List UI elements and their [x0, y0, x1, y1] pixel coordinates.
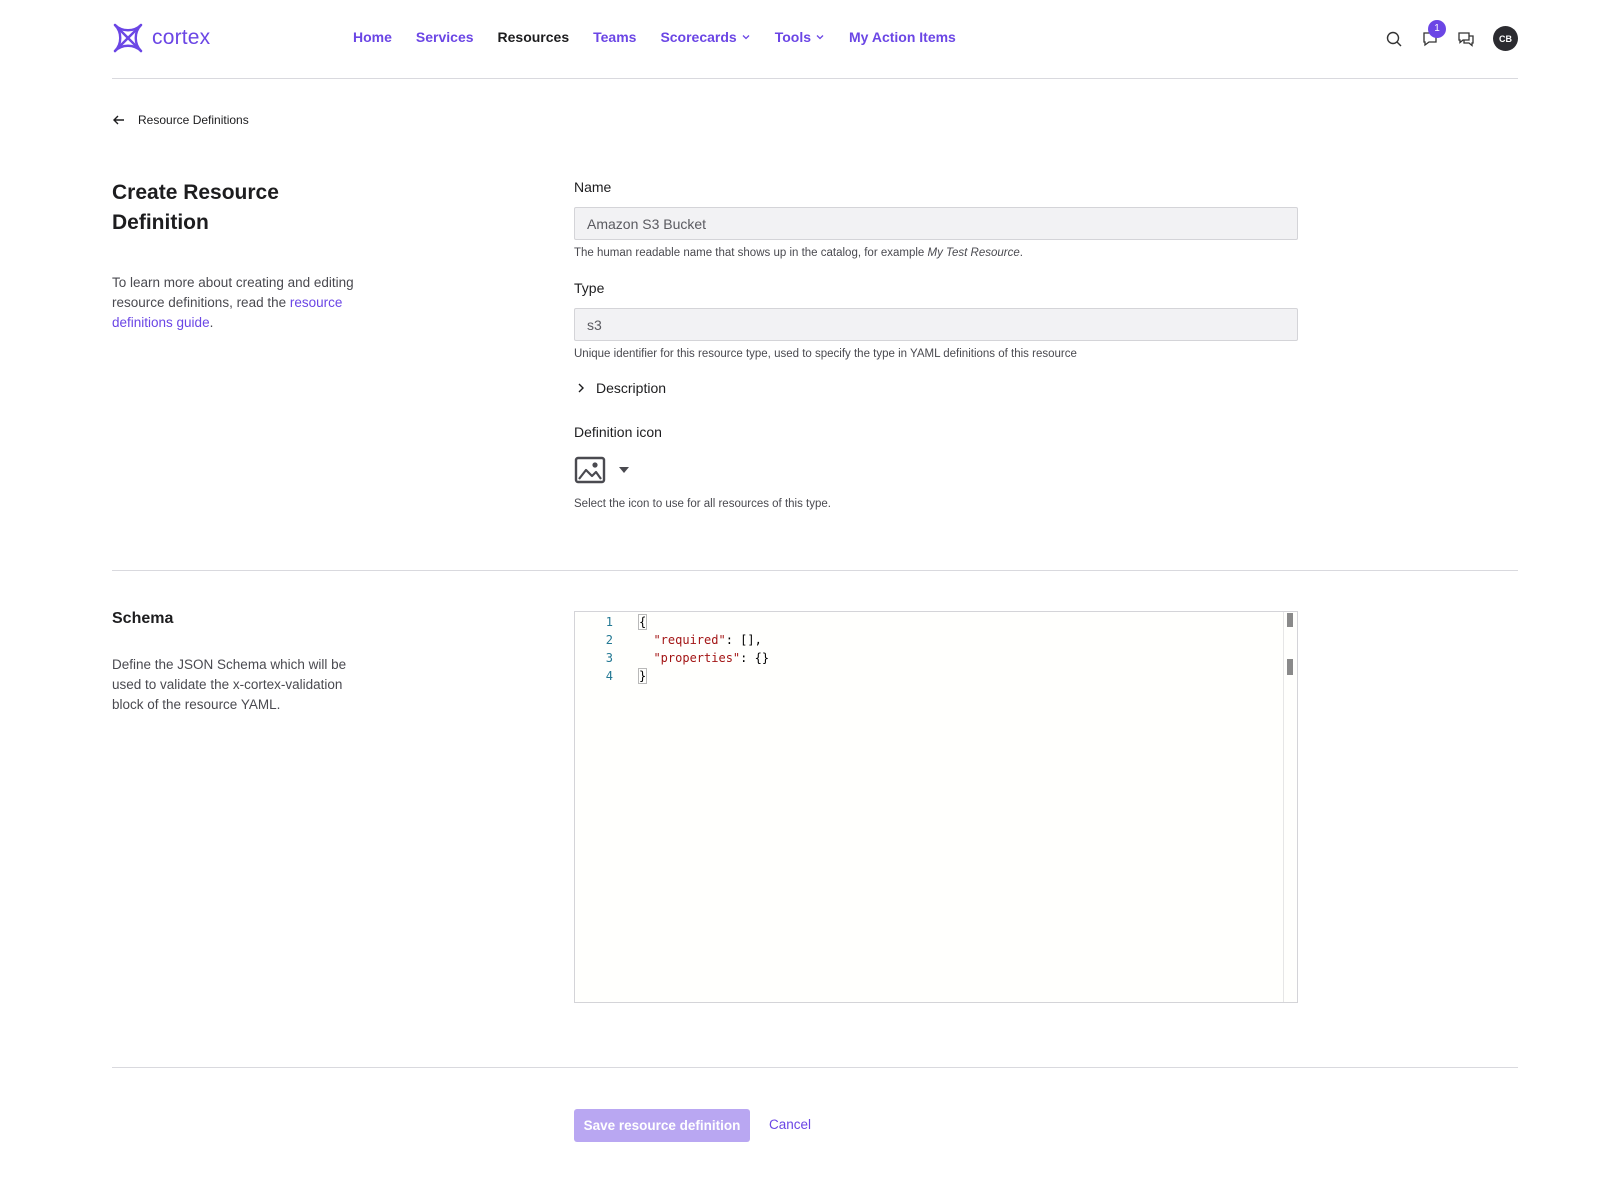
name-input[interactable]: Amazon S3 Bucket	[574, 207, 1298, 240]
chevron-down-icon	[816, 35, 824, 40]
nav-teams[interactable]: Teams	[593, 29, 636, 45]
intro-text: To learn more about creating and editing…	[112, 273, 362, 333]
description-label: Description	[596, 380, 667, 396]
json-value: : [],	[725, 633, 762, 647]
icon-picker[interactable]	[574, 455, 630, 485]
line-number-gutter: 1 2 3 4	[575, 612, 635, 1002]
json-key: "required"	[653, 633, 726, 647]
nav-services[interactable]: Services	[416, 29, 474, 45]
code-line: }	[637, 668, 648, 684]
cortex-logo[interactable]: cortex	[112, 22, 210, 54]
nav-resources[interactable]: Resources	[498, 29, 570, 45]
messages-icon[interactable]	[1457, 30, 1475, 48]
nav-home[interactable]: Home	[353, 29, 392, 45]
name-help-prefix: The human readable name that shows up in…	[574, 247, 928, 259]
top-navigation: cortex Home Services Resources Teams Sco…	[112, 0, 1518, 79]
search-icon[interactable]	[1385, 30, 1403, 48]
type-label: Type	[574, 280, 605, 296]
page-title: Create Resource Definition	[112, 181, 279, 234]
scroll-marker	[1287, 659, 1293, 675]
nav-scorecards[interactable]: Scorecards	[660, 29, 750, 45]
breadcrumb-label: Resource Definitions	[138, 113, 249, 127]
avatar[interactable]: CB	[1493, 26, 1518, 51]
code-line: {	[637, 614, 648, 630]
caret-down-icon	[619, 467, 629, 473]
save-resource-definition-button[interactable]: Save resource definition	[574, 1109, 750, 1142]
nav-tools-label: Tools	[774, 29, 812, 45]
nav-scorecards-label: Scorecards	[660, 29, 737, 45]
section-divider	[112, 570, 1518, 571]
definition-icon-label: Definition icon	[574, 424, 662, 440]
line-number: 1	[605, 615, 613, 629]
definition-icon-help-text: Select the icon to use for all resources…	[574, 498, 831, 510]
brand-name: cortex	[152, 26, 211, 49]
code-line: "required": [],	[639, 633, 762, 647]
nav-resources-label: Resources	[497, 29, 570, 45]
chevron-down-icon	[742, 35, 750, 40]
schema-code-editor[interactable]: 1 2 3 4 { "required": [], "properties": …	[574, 611, 1298, 1003]
arrow-left-icon	[113, 115, 124, 125]
close-brace: }	[637, 668, 648, 684]
image-icon	[574, 456, 606, 484]
schema-title: Schema	[112, 610, 174, 627]
line-number: 4	[605, 669, 613, 683]
cancel-button[interactable]: Cancel	[769, 1117, 811, 1132]
description-toggle[interactable]: Description	[576, 380, 666, 396]
editor-scrollbar[interactable]	[1283, 612, 1297, 1002]
main-nav: Home Services Resources Teams Scorecards…	[353, 29, 980, 45]
line-number: 2	[605, 633, 613, 647]
json-key: "properties"	[653, 651, 741, 665]
nav-home-label: Home	[353, 29, 392, 45]
code-line: "properties": {}	[639, 651, 769, 665]
scroll-marker	[1287, 613, 1293, 627]
section-divider	[112, 1067, 1518, 1068]
intro-text-end: .	[209, 315, 214, 330]
nav-my-action-items[interactable]: My Action Items	[849, 29, 956, 45]
name-help-suffix: .	[1019, 247, 1023, 259]
nav-my-action-items-label: My Action Items	[849, 29, 956, 45]
cortex-logo-icon	[113, 23, 143, 53]
name-label: Name	[574, 179, 612, 195]
schema-description: Define the JSON Schema which will be use…	[112, 657, 347, 712]
line-number: 3	[605, 651, 613, 665]
notification-badge: 1	[1428, 19, 1446, 38]
nav-tools[interactable]: Tools	[775, 29, 825, 45]
nav-icon-group: 1 CB	[1385, 19, 1518, 51]
name-help-example: My Test Resource	[927, 247, 1020, 259]
nav-teams-label: Teams	[593, 29, 637, 45]
chevron-right-icon	[578, 383, 584, 393]
breadcrumb[interactable]: Resource Definitions	[112, 113, 249, 127]
json-value: : {}	[740, 651, 770, 665]
name-help-text: The human readable name that shows up in…	[574, 247, 1023, 259]
nav-services-label: Services	[415, 29, 474, 45]
type-input[interactable]: s3	[574, 308, 1298, 341]
type-help-text: Unique identifier for this resource type…	[574, 348, 1077, 360]
open-brace: {	[637, 614, 648, 630]
notification-icon[interactable]: 1	[1421, 19, 1446, 48]
